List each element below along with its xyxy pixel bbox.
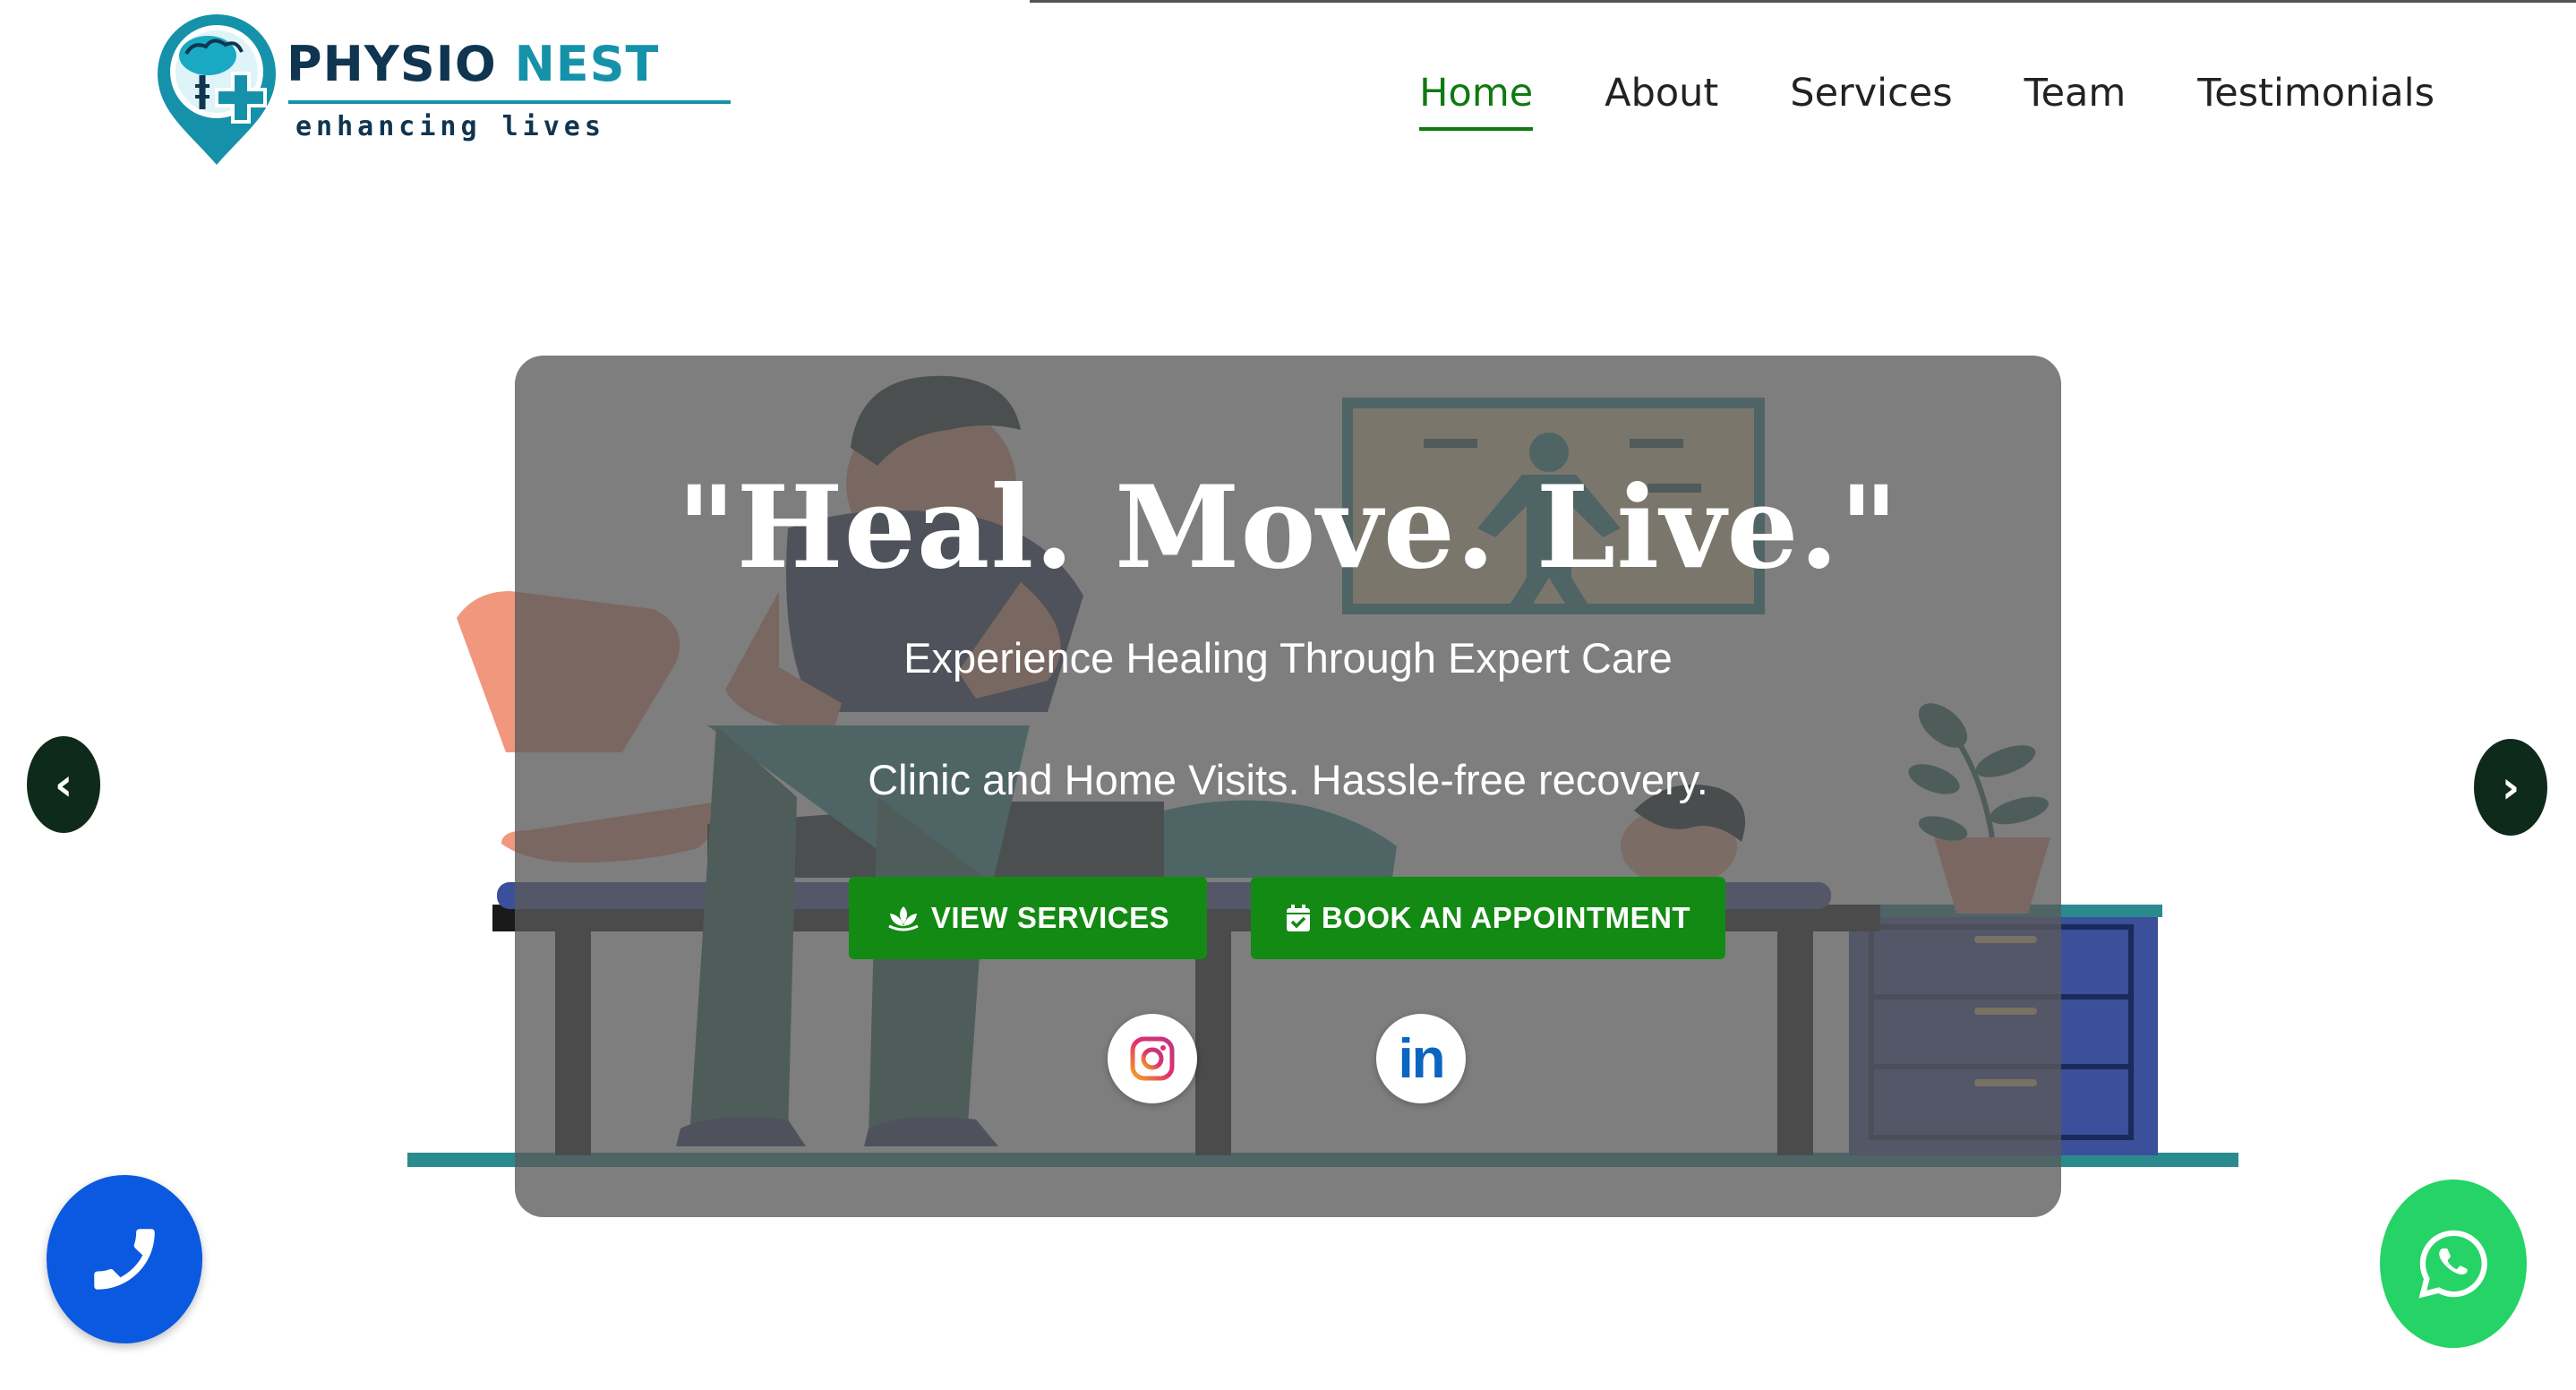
top-border-line [1030,0,2576,3]
nav-item-services[interactable]: Services [1790,64,1952,122]
nav-item-home[interactable]: Home [1419,64,1533,131]
lotus-icon [888,906,919,931]
brand-tagline: enhancing lives [295,111,605,142]
brand-divider [288,100,731,104]
main-nav: Home About Services Team Testimonials [1419,64,2435,131]
hero-subtitle: Experience Healing Through Expert Care [903,634,1673,682]
linkedin-link[interactable]: in [1376,1014,1466,1103]
brand-name: PHYSIO NEST [287,36,660,92]
linkedin-icon: in [1398,1027,1445,1090]
carousel-prev-button[interactable]: ‹ [27,736,100,833]
nav-item-testimonials[interactable]: Testimonials [2197,64,2435,122]
nav-item-team[interactable]: Team [2024,64,2127,122]
brain-pin-logo-icon [158,14,276,165]
hero-subtitle-secondary: Clinic and Home Visits. Hassle-free reco… [868,756,1708,803]
instagram-icon [1130,1036,1175,1081]
book-appointment-button[interactable]: BOOK AN APPOINTMENT [1251,877,1725,959]
whatsapp-icon [2418,1230,2487,1299]
calendar-check-icon [1286,905,1310,931]
instagram-link[interactable] [1108,1014,1197,1103]
phone-icon [94,1229,155,1290]
brand-logo[interactable]: PHYSIO NEST enhancing lives [152,11,731,167]
hero-headline: "Heal. Move. Live." [676,461,1900,594]
book-appointment-label: BOOK AN APPOINTMENT [1321,901,1691,934]
carousel-next-button[interactable]: › [2474,739,2547,836]
view-services-button[interactable]: VIEW SERVICES [849,877,1207,959]
call-button[interactable] [47,1175,202,1343]
view-services-label: VIEW SERVICES [930,901,1170,934]
whatsapp-button[interactable] [2380,1180,2527,1348]
nav-item-about[interactable]: About [1605,64,1718,122]
